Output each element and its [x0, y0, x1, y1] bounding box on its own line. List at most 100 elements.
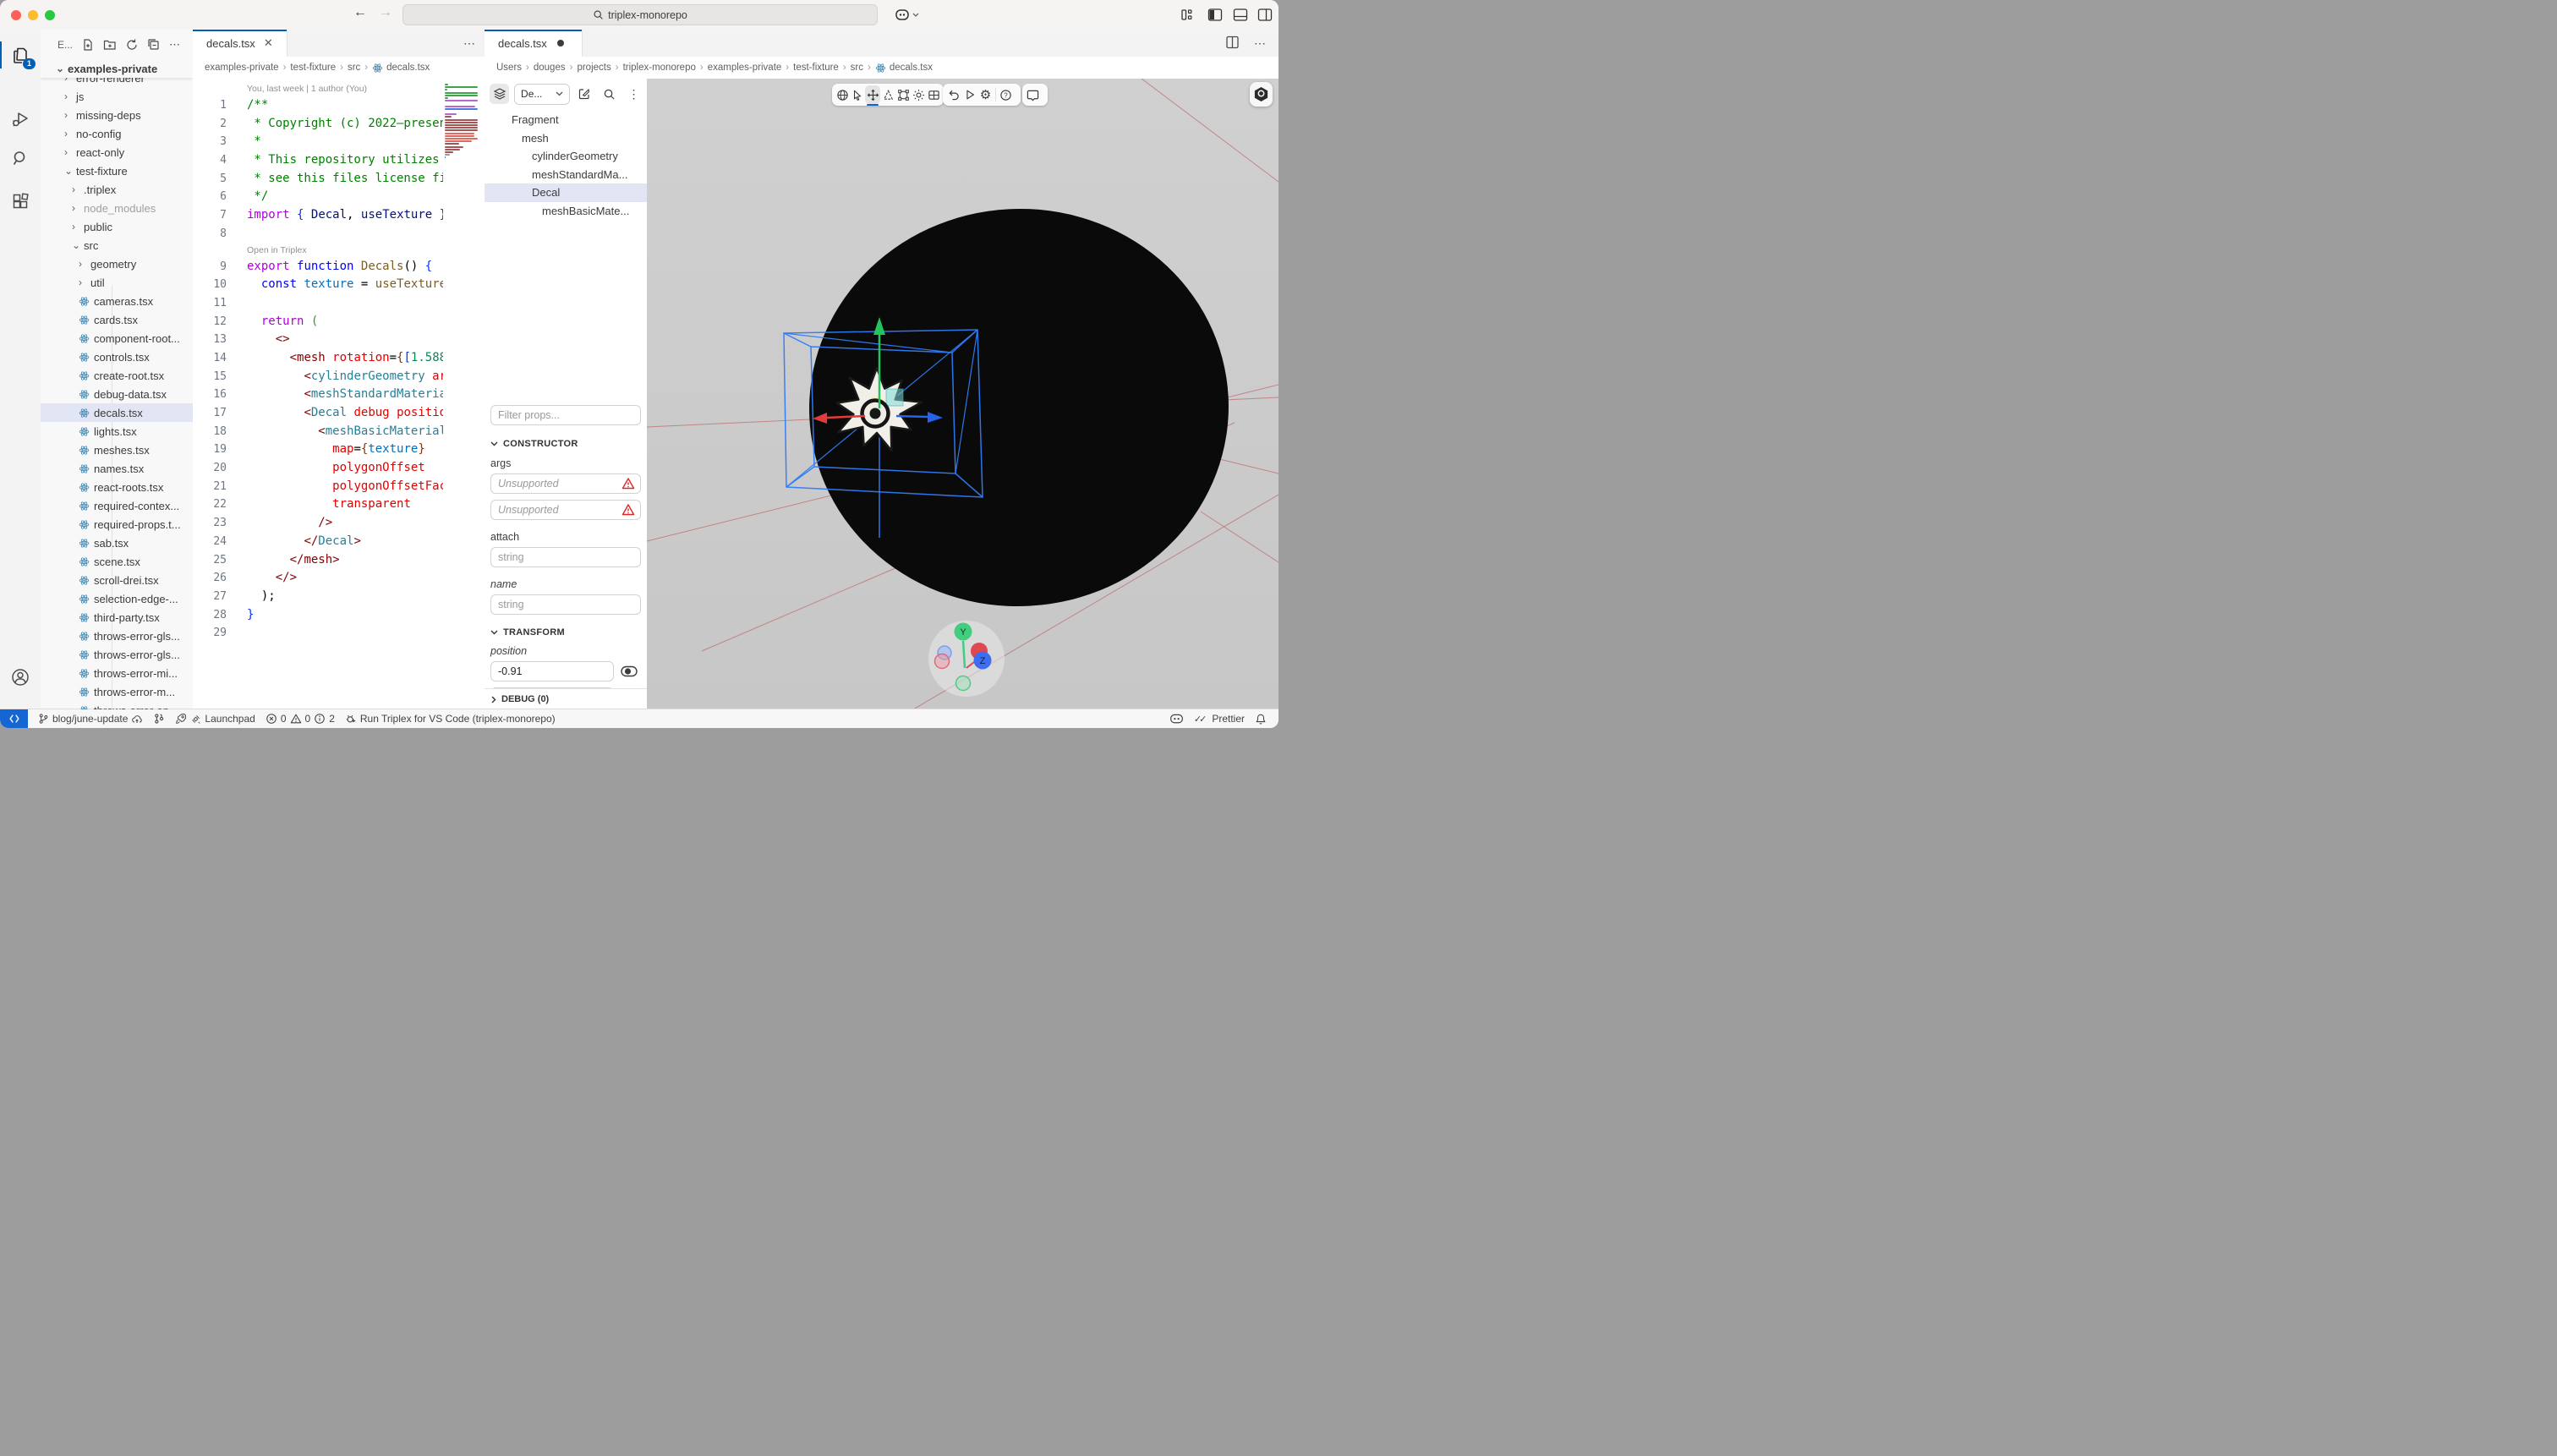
breadcrumb-item[interactable]: examples-private: [708, 63, 782, 73]
tree-root-examples-private[interactable]: ⌄ examples-private: [41, 59, 193, 78]
close-button[interactable]: [11, 10, 21, 20]
copilot-menu[interactable]: [895, 7, 920, 24]
tree-item-cards.tsx[interactable]: cards.tsx: [41, 310, 193, 329]
component-select[interactable]: De...: [514, 84, 570, 105]
triplex-logo-button[interactable]: [1250, 82, 1273, 107]
forward-icon[interactable]: →: [376, 5, 395, 20]
tree-item-throws-error-mi...[interactable]: throws-error-mi...: [41, 664, 193, 682]
play-button[interactable]: [961, 84, 977, 106]
scene-more-icon[interactable]: ⋮: [624, 84, 643, 104]
tab-decals-tsx[interactable]: decals.tsx ✕: [193, 30, 287, 57]
grid-toggle[interactable]: [926, 84, 941, 106]
problems-status[interactable]: 0 0 2: [260, 709, 340, 728]
breadcrumb-item[interactable]: projects: [577, 63, 611, 73]
tree-item-throws-error-gls...[interactable]: throws-error-gls...: [41, 627, 193, 645]
name-input[interactable]: [490, 594, 641, 615]
undo-button[interactable]: [945, 84, 961, 106]
breadcrumb-item[interactable]: src: [851, 63, 863, 73]
tree-item-third-party.tsx[interactable]: third-party.tsx: [41, 608, 193, 627]
code-area[interactable]: You, last week | 1 author (You)1/**2 * C…: [193, 79, 485, 709]
tree-item-.triplex[interactable]: ›.triplex: [41, 180, 193, 199]
tree-item-meshes.tsx[interactable]: meshes.tsx: [41, 441, 193, 459]
branch-status[interactable]: blog/june-update: [33, 709, 148, 728]
remote-indicator[interactable]: [0, 709, 28, 728]
edit-component-button[interactable]: [575, 84, 594, 104]
run-triplex-status[interactable]: Run Triplex for VS Code (triplex-monorep…: [340, 709, 561, 728]
editor-actions-more-icon[interactable]: ⋯: [463, 36, 476, 51]
account-button[interactable]: [0, 660, 41, 694]
breadcrumb-item[interactable]: examples-private: [205, 63, 279, 73]
args-input-2[interactable]: [490, 500, 641, 520]
tree-item-react-roots.tsx[interactable]: react-roots.tsx: [41, 478, 193, 496]
breadcrumb[interactable]: Users›douges›projects›triplex-monorepo›e…: [485, 57, 1278, 79]
sidebar-item-explorer[interactable]: 1: [0, 38, 41, 72]
back-icon[interactable]: ←: [351, 5, 370, 20]
scale-tool[interactable]: [895, 84, 911, 106]
launchpad-status[interactable]: Launchpad: [170, 709, 260, 728]
tree-item-cameras.tsx[interactable]: cameras.tsx: [41, 292, 193, 310]
search-scene-button[interactable]: [600, 84, 619, 104]
tree-item-throws-error-gls...[interactable]: throws-error-gls...: [41, 645, 193, 664]
close-icon[interactable]: ✕: [264, 36, 273, 50]
toggle-panel-icon[interactable]: [1233, 7, 1250, 24]
tree-item-debug-data.tsx[interactable]: debug-data.tsx: [41, 385, 193, 403]
tree-item-component-root...[interactable]: component-root...: [41, 329, 193, 348]
feedback-button[interactable]: [1025, 84, 1041, 106]
rotate-tool[interactable]: [880, 84, 895, 106]
sidebar-item-search[interactable]: [0, 141, 41, 175]
tree-item-lights.tsx[interactable]: lights.tsx: [41, 422, 193, 441]
transform-section-header[interactable]: TRANSFORM: [490, 627, 641, 638]
minimize-button[interactable]: [28, 10, 38, 20]
tree-item-required-props.t...[interactable]: required-props.t...: [41, 515, 193, 534]
settings-button[interactable]: ⚙: [977, 84, 994, 106]
zoom-button[interactable]: [45, 10, 55, 20]
more-actions-icon[interactable]: ⋯: [1254, 36, 1267, 51]
position-x-input[interactable]: [490, 661, 614, 681]
tree-item-geometry[interactable]: ›geometry: [41, 255, 193, 273]
split-editor-icon[interactable]: [1225, 35, 1240, 50]
tree-item-scene.tsx[interactable]: scene.tsx: [41, 552, 193, 571]
tree-item-missing-deps[interactable]: ›missing-deps: [41, 106, 193, 124]
filter-props-input[interactable]: [490, 405, 641, 425]
customize-layout-icon[interactable]: [1180, 7, 1197, 24]
tree-item-no-config[interactable]: ›no-config: [41, 124, 193, 143]
globe-tool[interactable]: [835, 84, 850, 106]
source-control-graph[interactable]: [148, 709, 170, 728]
tab-decals-tsx-triplex[interactable]: decals.tsx: [485, 30, 583, 57]
toggle-secondary-sidebar-icon[interactable]: [1257, 7, 1274, 24]
tree-item-js[interactable]: ›js: [41, 87, 193, 106]
translate-tool[interactable]: [865, 85, 880, 104]
command-center-search[interactable]: triplex-monorepo: [402, 4, 878, 25]
debug-section-header[interactable]: DEBUG (0): [485, 688, 647, 709]
layers-button[interactable]: [490, 84, 509, 104]
select-tool[interactable]: [850, 84, 865, 106]
minimap[interactable]: [443, 82, 485, 709]
scene-item-Fragment[interactable]: Fragment: [485, 111, 647, 129]
tree-item-test-fixture[interactable]: ⌄test-fixture: [41, 161, 193, 180]
prettier-status[interactable]: ✓✓ Prettier: [1189, 709, 1250, 728]
scene-viewport[interactable]: YZ ⚙ ?: [647, 79, 1278, 709]
tree-item-create-root.tsx[interactable]: create-root.tsx: [41, 366, 193, 385]
scene-item-meshStandardMa[interactable]: meshStandardMa...: [485, 166, 647, 184]
lighting-toggle[interactable]: [911, 84, 926, 106]
tree-item-decals.tsx[interactable]: decals.tsx: [41, 403, 193, 422]
breadcrumb-item[interactable]: Users: [496, 63, 522, 73]
sidebar-item-run-debug[interactable]: [0, 102, 41, 136]
sidebar-item-extensions[interactable]: [0, 184, 41, 218]
toggle-primary-sidebar-icon[interactable]: [1207, 7, 1224, 24]
tree-item-nodemodules[interactable]: ›node_modules: [41, 199, 193, 217]
copilot-status[interactable]: [1164, 709, 1189, 728]
tree-item-src[interactable]: ⌄src: [41, 236, 193, 255]
breadcrumb-item[interactable]: triplex-monorepo: [623, 63, 696, 73]
tree-item-throws-error-m...[interactable]: throws-error-m...: [41, 682, 193, 701]
attach-input[interactable]: [490, 547, 641, 567]
breadcrumb-item[interactable]: test-fixture: [793, 63, 839, 73]
notifications-button[interactable]: [1250, 709, 1272, 728]
constructor-section-header[interactable]: CONSTRUCTOR: [490, 439, 641, 449]
breadcrumb-item[interactable]: decals.tsx: [890, 63, 933, 73]
breadcrumb-item[interactable]: test-fixture: [290, 63, 336, 73]
codelens-blame[interactable]: You, last week | 1 author (You): [193, 82, 443, 96]
tree-item-sab.tsx[interactable]: sab.tsx: [41, 534, 193, 552]
breadcrumb-item[interactable]: src: [348, 63, 360, 73]
tree-item-selection-edge-...[interactable]: selection-edge-...: [41, 589, 193, 608]
